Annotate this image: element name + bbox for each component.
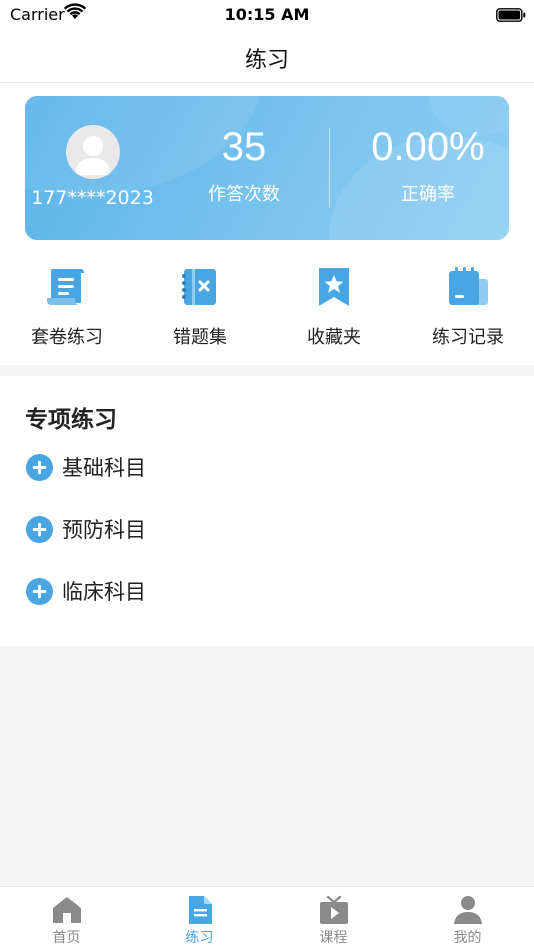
- tab-practice[interactable]: 练习: [133, 895, 266, 947]
- tab-label: 我的: [453, 930, 482, 946]
- quick-action-practice-record[interactable]: 练习记录: [401, 265, 534, 349]
- accuracy-label: 正确率: [401, 184, 455, 205]
- document-icon: [185, 895, 215, 925]
- quick-action-error-book[interactable]: 错题集: [133, 265, 267, 349]
- battery-icon: [496, 7, 526, 26]
- paper-scroll-icon: [45, 265, 89, 309]
- tab-mine[interactable]: 我的: [401, 895, 534, 947]
- answer-count-stat: 35 作答次数: [169, 124, 319, 206]
- tab-label: 课程: [319, 930, 348, 946]
- clock-time: 10:15 AM: [224, 5, 310, 24]
- answer-count-value: 35: [221, 125, 267, 169]
- stats-divider: [329, 128, 330, 208]
- tab-label: 首页: [52, 930, 81, 946]
- page-title: 练习: [244, 48, 289, 73]
- tab-bar: 首页 练习 课程 我的: [0, 886, 534, 951]
- subject-label: 临床科目: [62, 580, 146, 604]
- quick-action-label: 练习记录: [432, 327, 504, 348]
- top-section: 177****2023 35 作答次数 0.00% 正确率 套卷练习 错题集 收…: [0, 83, 534, 365]
- quick-action-label: 收藏夹: [307, 327, 361, 348]
- quick-action-favorites[interactable]: 收藏夹: [267, 265, 401, 349]
- tv-play-icon: [319, 895, 349, 925]
- subject-item-basic[interactable]: 基础科目: [25, 452, 146, 482]
- subject-label: 预防科目: [62, 518, 146, 542]
- home-icon: [52, 895, 82, 925]
- navigation-bar: 练习: [0, 30, 534, 83]
- subject-item-clinical[interactable]: 临床科目: [25, 576, 146, 606]
- plus-circle-icon: [25, 453, 54, 481]
- quick-action-paper-practice[interactable]: 套卷练习: [0, 265, 134, 349]
- plus-circle-icon: [25, 515, 54, 543]
- quick-action-label: 套卷练习: [31, 327, 103, 348]
- special-practice-section: 专项练习 基础科目 预防科目 临床科目: [0, 376, 534, 646]
- user-avatar-icon: [75, 136, 111, 175]
- quick-action-label: 错题集: [173, 327, 227, 348]
- tab-home[interactable]: 首页: [0, 895, 133, 947]
- answer-count-label: 作答次数: [208, 184, 280, 205]
- tab-label: 练习: [185, 930, 214, 946]
- subject-item-prevention[interactable]: 预防科目: [25, 514, 146, 544]
- avatar[interactable]: [66, 125, 120, 179]
- person-icon: [453, 895, 483, 925]
- accuracy-stat: 0.00% 正确率: [353, 124, 503, 206]
- status-bar: Carrier 10:15 AM: [0, 0, 534, 30]
- notepad-record-icon: [446, 265, 490, 309]
- section-title: 专项练习: [25, 407, 117, 433]
- subject-label: 基础科目: [62, 456, 146, 480]
- stats-card: 177****2023 35 作答次数 0.00% 正确率: [25, 96, 509, 240]
- user-phone: 177****2023: [31, 187, 154, 209]
- accuracy-value: 0.00%: [371, 125, 485, 169]
- error-notebook-icon: [178, 265, 222, 309]
- plus-circle-icon: [25, 577, 54, 605]
- tab-courses[interactable]: 课程: [267, 895, 400, 947]
- bookmark-star-icon: [312, 265, 356, 309]
